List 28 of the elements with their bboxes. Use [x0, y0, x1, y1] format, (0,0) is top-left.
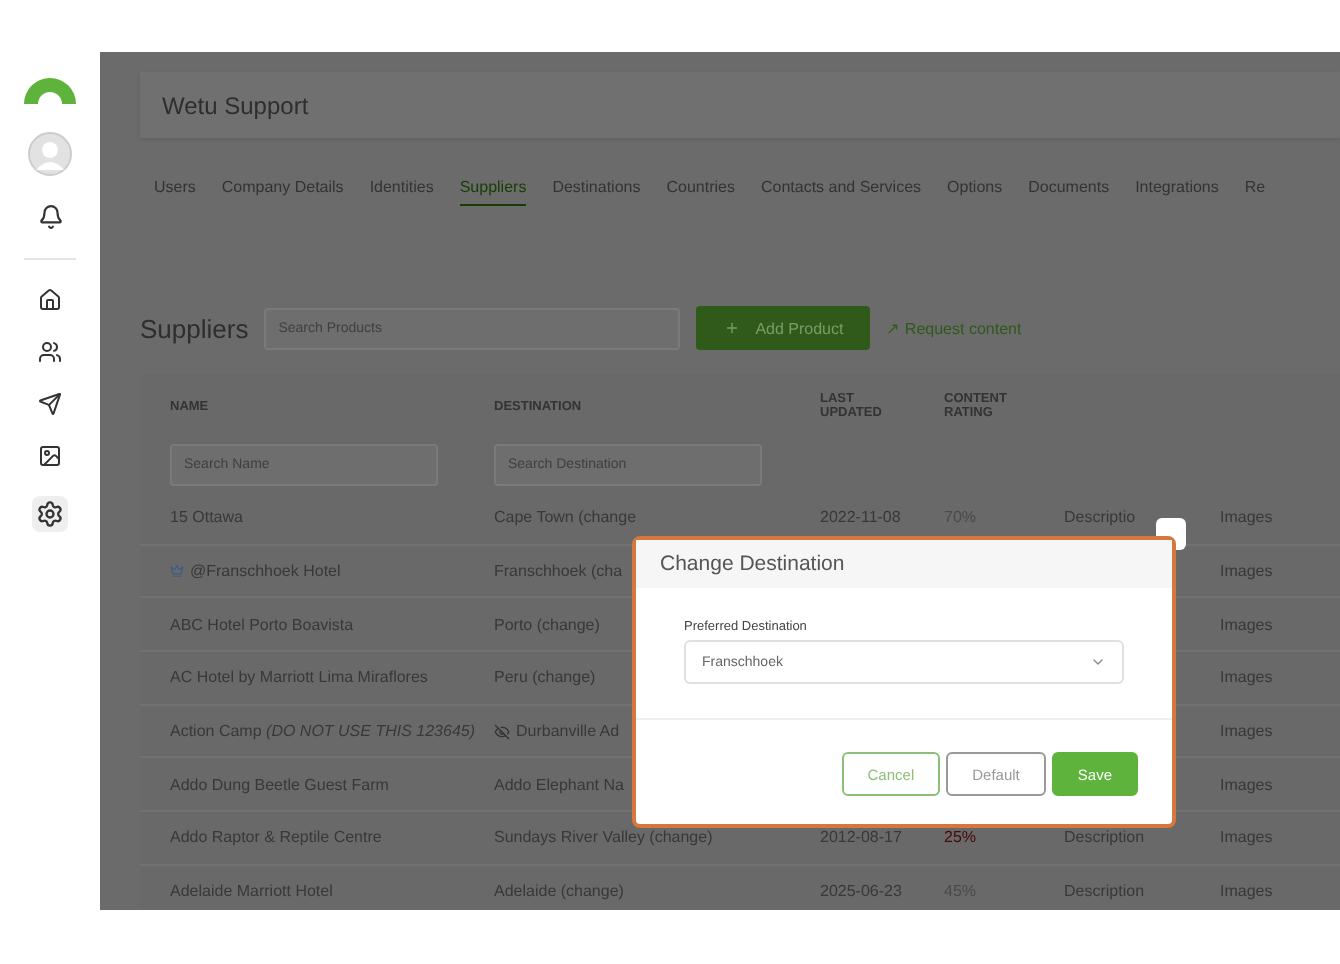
notification-icon[interactable] [37, 204, 63, 230]
rating-cell: 25% [944, 828, 977, 847]
tab[interactable]: Users [154, 178, 196, 206]
tab[interactable]: Re [1244, 178, 1266, 206]
tab[interactable]: Documents [1028, 178, 1110, 206]
tab[interactable]: Destinations [552, 178, 641, 206]
users-icon[interactable] [38, 340, 62, 364]
request-content-link[interactable]: ↗ Request content [886, 319, 1022, 337]
dialog-title: Change Destination [660, 552, 845, 576]
tab[interactable]: Contacts and Services [760, 178, 922, 206]
home-icon[interactable] [38, 288, 62, 312]
tab[interactable]: Countries [666, 178, 735, 206]
tab[interactable]: Suppliers [459, 178, 527, 206]
section-title: Suppliers [140, 313, 249, 343]
send-icon[interactable] [38, 392, 62, 416]
tab[interactable]: Identities [369, 178, 434, 206]
add-product-button[interactable]: Add Product [696, 306, 871, 350]
crown-icon [170, 564, 184, 579]
image-icon[interactable] [38, 444, 62, 468]
eye-off-icon [494, 723, 510, 740]
chevron-down-icon [1090, 654, 1106, 670]
logo-icon [20, 72, 80, 104]
tab[interactable]: Company Details [221, 178, 344, 206]
page-title: Wetu Support [162, 91, 309, 119]
plus-icon [723, 320, 740, 336]
settings-icon[interactable] [32, 496, 68, 532]
tab[interactable]: Options [947, 178, 1003, 206]
tab[interactable]: Integrations [1135, 178, 1219, 206]
